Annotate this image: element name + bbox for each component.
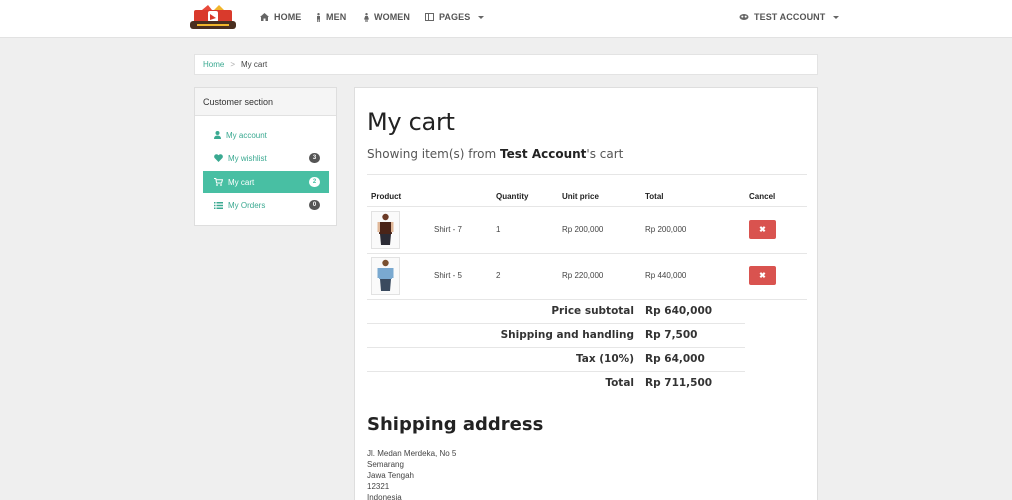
address-line: Jawa Tengah — [367, 471, 414, 480]
breadcrumb: Home > My cart — [194, 54, 818, 75]
account-icon — [739, 14, 749, 20]
product-quantity: 1 — [496, 225, 501, 234]
column-header-cancel: Cancel — [749, 192, 776, 201]
sidebar-item-my-orders[interactable]: My Orders 0 — [203, 194, 329, 216]
nav-women-label: WOMEN — [374, 12, 410, 22]
table-header-divider — [367, 206, 807, 207]
product-unit-price: Rp 200,000 — [562, 225, 604, 234]
summary-divider — [367, 347, 745, 348]
summary-total-label: Total — [605, 377, 634, 389]
table-row-divider — [367, 253, 807, 254]
product-thumbnail[interactable] — [371, 211, 400, 249]
nav-pages[interactable]: PAGES — [425, 12, 485, 22]
summary-label: Tax (10%) — [575, 353, 634, 365]
nav-home[interactable]: HOME — [260, 12, 301, 22]
sidebar-item-label: My cart — [228, 177, 255, 187]
product-total: Rp 200,000 — [645, 225, 687, 234]
nav-women[interactable]: WOMEN — [364, 12, 410, 22]
cart-panel: My cart Showing item(s) from Test Accoun… — [354, 87, 818, 500]
home-icon — [260, 13, 269, 21]
account-menu[interactable]: TEST ACCOUNT — [739, 12, 840, 22]
summary-divider — [367, 323, 745, 324]
male-icon — [317, 12, 320, 22]
chevron-down-icon — [833, 15, 840, 19]
address-line: Indonesia — [367, 493, 402, 500]
page-title: My cart — [367, 108, 455, 136]
sidebar-title: Customer section — [195, 88, 336, 116]
breadcrumb-separator: > — [230, 60, 236, 69]
remove-item-button[interactable]: ✖ — [749, 220, 776, 239]
cart-icon — [214, 178, 223, 186]
sidebar-item-my-cart[interactable]: My cart 2 — [203, 171, 329, 193]
address-line: Semarang — [367, 460, 404, 469]
close-icon: ✖ — [759, 271, 766, 280]
user-icon — [214, 131, 221, 139]
product-quantity: 2 — [496, 271, 501, 280]
cart-subtitle: Showing item(s) from Test Account's cart — [367, 147, 623, 161]
sidebar-item-label: My Orders — [228, 200, 266, 210]
summary-total-value: Rp 711,500 — [645, 377, 713, 389]
nav-men[interactable]: MEN — [316, 12, 346, 22]
address-line: 12321 — [367, 482, 390, 491]
breadcrumb-current: My cart — [241, 60, 268, 69]
list-icon — [214, 201, 223, 209]
subtitle-suffix: 's cart — [586, 147, 624, 161]
summary-value: Rp 640,000 — [645, 305, 713, 317]
orders-count-badge: 0 — [309, 200, 320, 210]
pages-icon — [425, 13, 434, 21]
top-navbar: HOME MEN WOMEN PAGES TEST ACCOUNT — [0, 0, 1012, 38]
close-icon: ✖ — [759, 225, 766, 234]
sidebar-item-my-account[interactable]: My account — [203, 124, 329, 146]
sidebar-item-my-wishlist[interactable]: My wishlist 3 — [203, 147, 329, 169]
summary-label: Price subtotal — [551, 305, 634, 317]
sidebar-item-label: My account — [226, 130, 267, 140]
divider — [367, 174, 807, 175]
summary-label: Shipping and handling — [500, 329, 634, 341]
summary-value: Rp 64,000 — [645, 353, 705, 365]
remove-item-button[interactable]: ✖ — [749, 266, 776, 285]
column-header-quantity: Quantity — [496, 192, 529, 201]
subtitle-prefix: Showing item(s) from — [367, 147, 501, 161]
female-icon — [364, 12, 369, 22]
summary-value: Rp 7,500 — [645, 329, 698, 341]
account-label: TEST ACCOUNT — [754, 12, 826, 22]
product-thumbnail[interactable] — [371, 257, 400, 295]
nav-pages-label: PAGES — [439, 12, 471, 22]
nav-home-label: HOME — [274, 12, 302, 22]
column-header-unit-price: Unit price — [562, 192, 599, 201]
shop-logo[interactable] — [188, 4, 238, 32]
address-line: Jl. Medan Merdeka, No 5 — [367, 449, 457, 458]
product-unit-price: Rp 220,000 — [562, 271, 604, 280]
product-name[interactable]: Shirt - 5 — [434, 271, 462, 280]
column-header-total: Total — [645, 192, 664, 201]
wishlist-count-badge: 3 — [309, 153, 320, 163]
product-total: Rp 440,000 — [645, 271, 687, 280]
shipping-address-title: Shipping address — [367, 414, 544, 435]
cart-count-badge: 2 — [309, 177, 320, 187]
chevron-down-icon — [478, 15, 485, 19]
column-header-product: Product — [371, 192, 402, 201]
product-name[interactable]: Shirt - 7 — [434, 225, 462, 234]
breadcrumb-home-link[interactable]: Home — [203, 60, 224, 69]
customer-sidebar: Customer section My account My wishlist … — [194, 87, 337, 226]
table-row-divider — [367, 299, 807, 300]
subtitle-user: Test Account — [500, 147, 587, 161]
nav-men-label: MEN — [326, 12, 347, 22]
sidebar-item-label: My wishlist — [228, 153, 267, 163]
heart-icon — [214, 154, 223, 162]
summary-divider — [367, 371, 745, 372]
